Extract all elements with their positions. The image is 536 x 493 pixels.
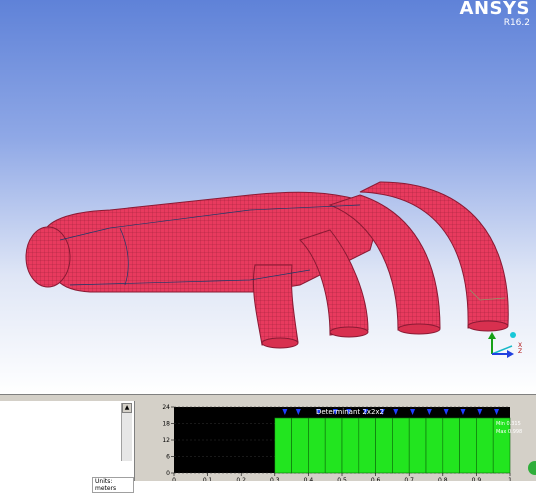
y-tick-label: 12 bbox=[162, 437, 170, 444]
x-tick-label: 0.5 bbox=[337, 477, 347, 481]
message-panel: ▲ Units: meters bbox=[0, 401, 135, 493]
message-log[interactable] bbox=[0, 401, 122, 461]
x-tick-label: 0.2 bbox=[236, 477, 246, 481]
scroll-up-arrow-icon[interactable]: ▲ bbox=[122, 403, 132, 413]
histogram-y-ticks: 0 6 12 18 24 bbox=[162, 404, 174, 477]
x-tick-label: 0.9 bbox=[472, 477, 482, 481]
histogram-max-label: Max 0.998 bbox=[496, 429, 522, 435]
ansys-logo: ANSYS R16.2 bbox=[460, 0, 530, 28]
histogram-bar bbox=[291, 417, 309, 474]
histogram-bar bbox=[341, 417, 360, 474]
histogram-bar bbox=[274, 417, 292, 474]
histogram-bar bbox=[442, 417, 460, 474]
x-tick-label: 0.8 bbox=[438, 477, 448, 481]
mesh-quality-histogram[interactable]: 0 6 12 18 24 0 0.1 0.2 0.3 0.4 0.5 0.6 0.7 0.8 0.9 1 M… bbox=[140, 401, 536, 481]
histogram-bar bbox=[459, 417, 477, 474]
triad-y-axis bbox=[488, 332, 496, 354]
message-scrollbar[interactable]: ▲ bbox=[121, 403, 132, 461]
histogram-bar bbox=[476, 417, 494, 474]
x-tick-label: 0.3 bbox=[270, 477, 280, 481]
y-tick-label: 6 bbox=[166, 454, 170, 461]
histogram-bar bbox=[392, 417, 410, 474]
brand-name: ANSYS bbox=[459, 0, 530, 19]
histogram-bar bbox=[375, 417, 393, 474]
graphics-viewport[interactable]: ANSYS R16.2 X Z bbox=[0, 0, 536, 394]
x-tick-label: 0.1 bbox=[203, 477, 213, 481]
triad-z-label: Z bbox=[518, 348, 522, 355]
histogram-bar bbox=[358, 417, 376, 474]
histogram-bar bbox=[425, 417, 444, 474]
x-tick-label: 1 bbox=[508, 477, 512, 481]
x-tick-label: 0.4 bbox=[304, 477, 314, 481]
bottom-panel: ▲ Units: meters 0 6 12 18 24 0 0.1 0.2 0.3 0.4 0.… bbox=[0, 394, 536, 493]
x-tick-label: 0 bbox=[172, 477, 176, 481]
histogram-title: Determinant 2x2x2 bbox=[316, 408, 384, 416]
brand-version: R16.2 bbox=[503, 18, 530, 28]
axis-triad[interactable]: X Z bbox=[482, 328, 530, 364]
x-tick-label: 0.7 bbox=[404, 477, 414, 481]
histogram-bar bbox=[324, 417, 343, 474]
histogram-min-label: Min 0.315 bbox=[496, 421, 521, 427]
histogram-bar bbox=[308, 417, 326, 474]
histogram-bars bbox=[274, 417, 511, 474]
histogram-chart[interactable]: 0 6 12 18 24 0 0.1 0.2 0.3 0.4 0.5 0.6 0.7 0.8 0.9 1 M… bbox=[140, 401, 536, 481]
exhaust-manifold-mesh[interactable] bbox=[0, 0, 536, 394]
x-tick-label: 0.6 bbox=[371, 477, 381, 481]
y-tick-label: 0 bbox=[166, 470, 170, 477]
mesh-body bbox=[25, 181, 509, 349]
y-tick-label: 18 bbox=[162, 421, 170, 428]
triad-z-axis bbox=[492, 350, 514, 358]
triad-x-axis bbox=[491, 332, 516, 355]
histogram-bar bbox=[408, 417, 427, 474]
status-indicator-icon bbox=[528, 461, 536, 475]
y-tick-label: 24 bbox=[162, 404, 170, 411]
units-label: Units: meters bbox=[92, 477, 134, 493]
